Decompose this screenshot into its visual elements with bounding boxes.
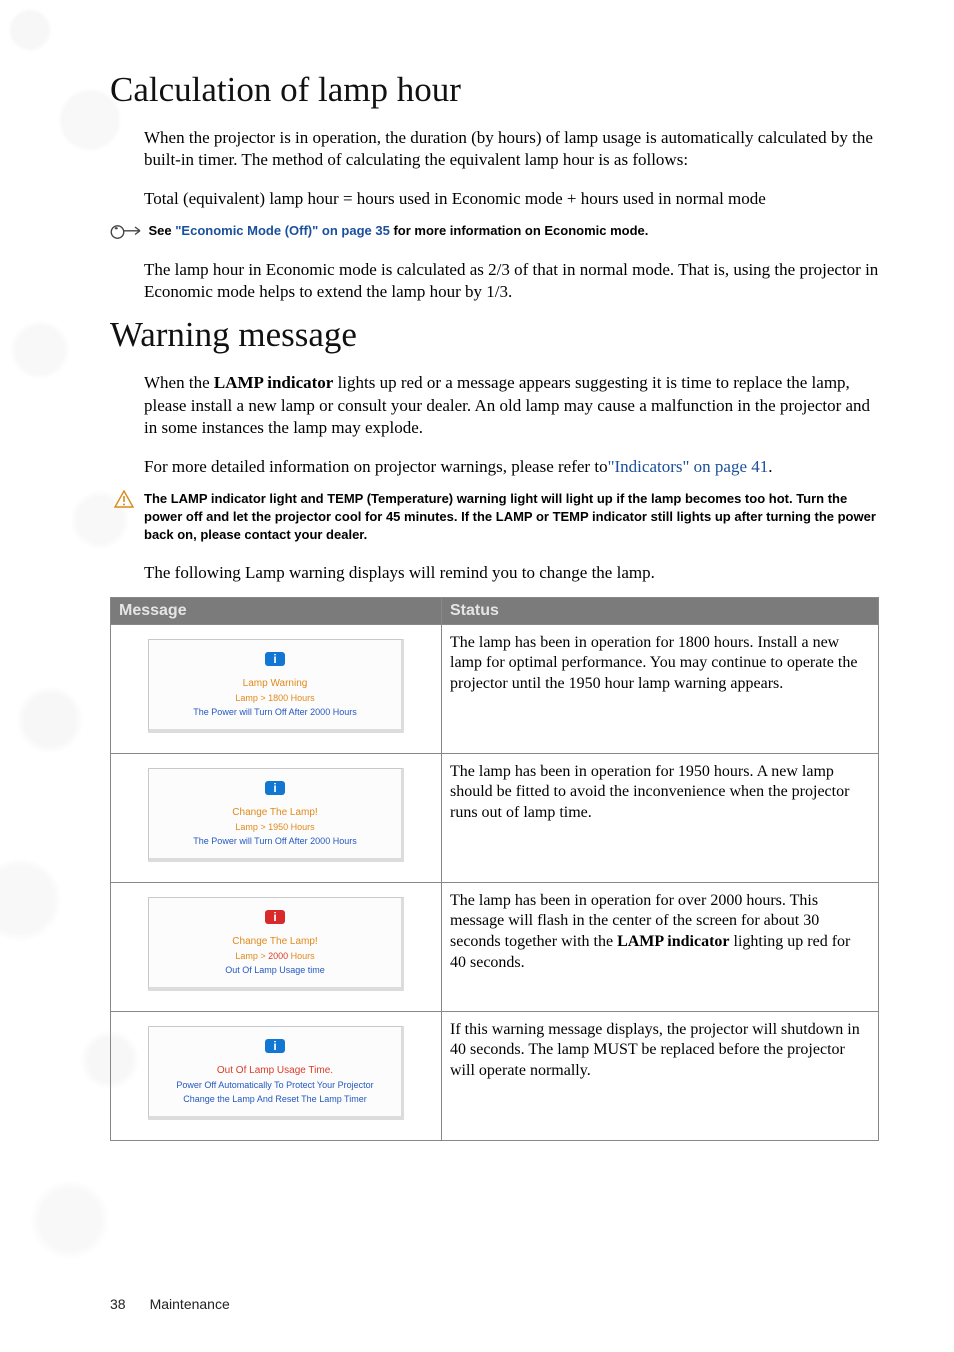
th-message: Message <box>111 597 442 624</box>
para-remind: The following Lamp warning displays will… <box>144 562 879 584</box>
dialog-1800: i Lamp Warning Lamp > 1800 Hours The Pow… <box>148 639 404 733</box>
status-1800: The lamp has been in operation for 1800 … <box>442 624 879 753</box>
caution-triangle-icon <box>110 490 138 510</box>
caution-temp: The LAMP indicator light and TEMP (Tempe… <box>110 490 879 545</box>
page-number: 38 <box>110 1296 126 1312</box>
info-icon: i <box>265 1039 285 1053</box>
heading-calc: Calculation of lamp hour <box>110 70 879 110</box>
caution-text: The LAMP indicator light and TEMP (Tempe… <box>144 490 879 545</box>
table-row: i Change The Lamp! Lamp > 2000 Hours Out… <box>111 882 879 1011</box>
status-2000: The lamp has been in operation for over … <box>442 882 879 1011</box>
note-economic-text: See "Economic Mode (Off)" on page 35 for… <box>149 222 880 240</box>
hand-pointer-icon <box>110 222 143 242</box>
status-out-of-time: If this warning message displays, the pr… <box>442 1011 879 1140</box>
heading-warning: Warning message <box>110 315 879 355</box>
para-more-info: For more detailed information on project… <box>144 456 879 478</box>
warning-table: Message Status i Lamp Warning Lamp > 180… <box>110 597 879 1141</box>
dialog-1950: i Change The Lamp! Lamp > 1950 Hours The… <box>148 768 404 862</box>
link-indicators[interactable]: "Indicators" on page 41 <box>608 457 769 476</box>
table-row: i Change The Lamp! Lamp > 1950 Hours The… <box>111 753 879 882</box>
para-equation: Total (equivalent) lamp hour = hours use… <box>144 188 879 210</box>
link-economic-mode[interactable]: "Economic Mode (Off)" on page 35 <box>175 223 390 238</box>
status-1950: The lamp has been in operation for 1950 … <box>442 753 879 882</box>
table-row: i Out Of Lamp Usage Time. Power Off Auto… <box>111 1011 879 1140</box>
para-lamp-indicator: When the LAMP indicator lights up red or… <box>144 372 879 438</box>
para-calc-intro: When the projector is in operation, the … <box>144 127 879 171</box>
dialog-2000: i Change The Lamp! Lamp > 2000 Hours Out… <box>148 897 404 991</box>
info-icon: i <box>265 910 285 924</box>
para-econ-calc: The lamp hour in Economic mode is calcul… <box>144 259 879 303</box>
info-icon: i <box>265 652 285 666</box>
table-row: i Lamp Warning Lamp > 1800 Hours The Pow… <box>111 624 879 753</box>
footer-section: Maintenance <box>150 1296 230 1312</box>
page-footer: 38 Maintenance <box>110 1296 230 1312</box>
info-icon: i <box>265 781 285 795</box>
note-economic-mode: See "Economic Mode (Off)" on page 35 for… <box>110 222 879 242</box>
th-status: Status <box>442 597 879 624</box>
dialog-out-of-time: i Out Of Lamp Usage Time. Power Off Auto… <box>148 1026 404 1120</box>
